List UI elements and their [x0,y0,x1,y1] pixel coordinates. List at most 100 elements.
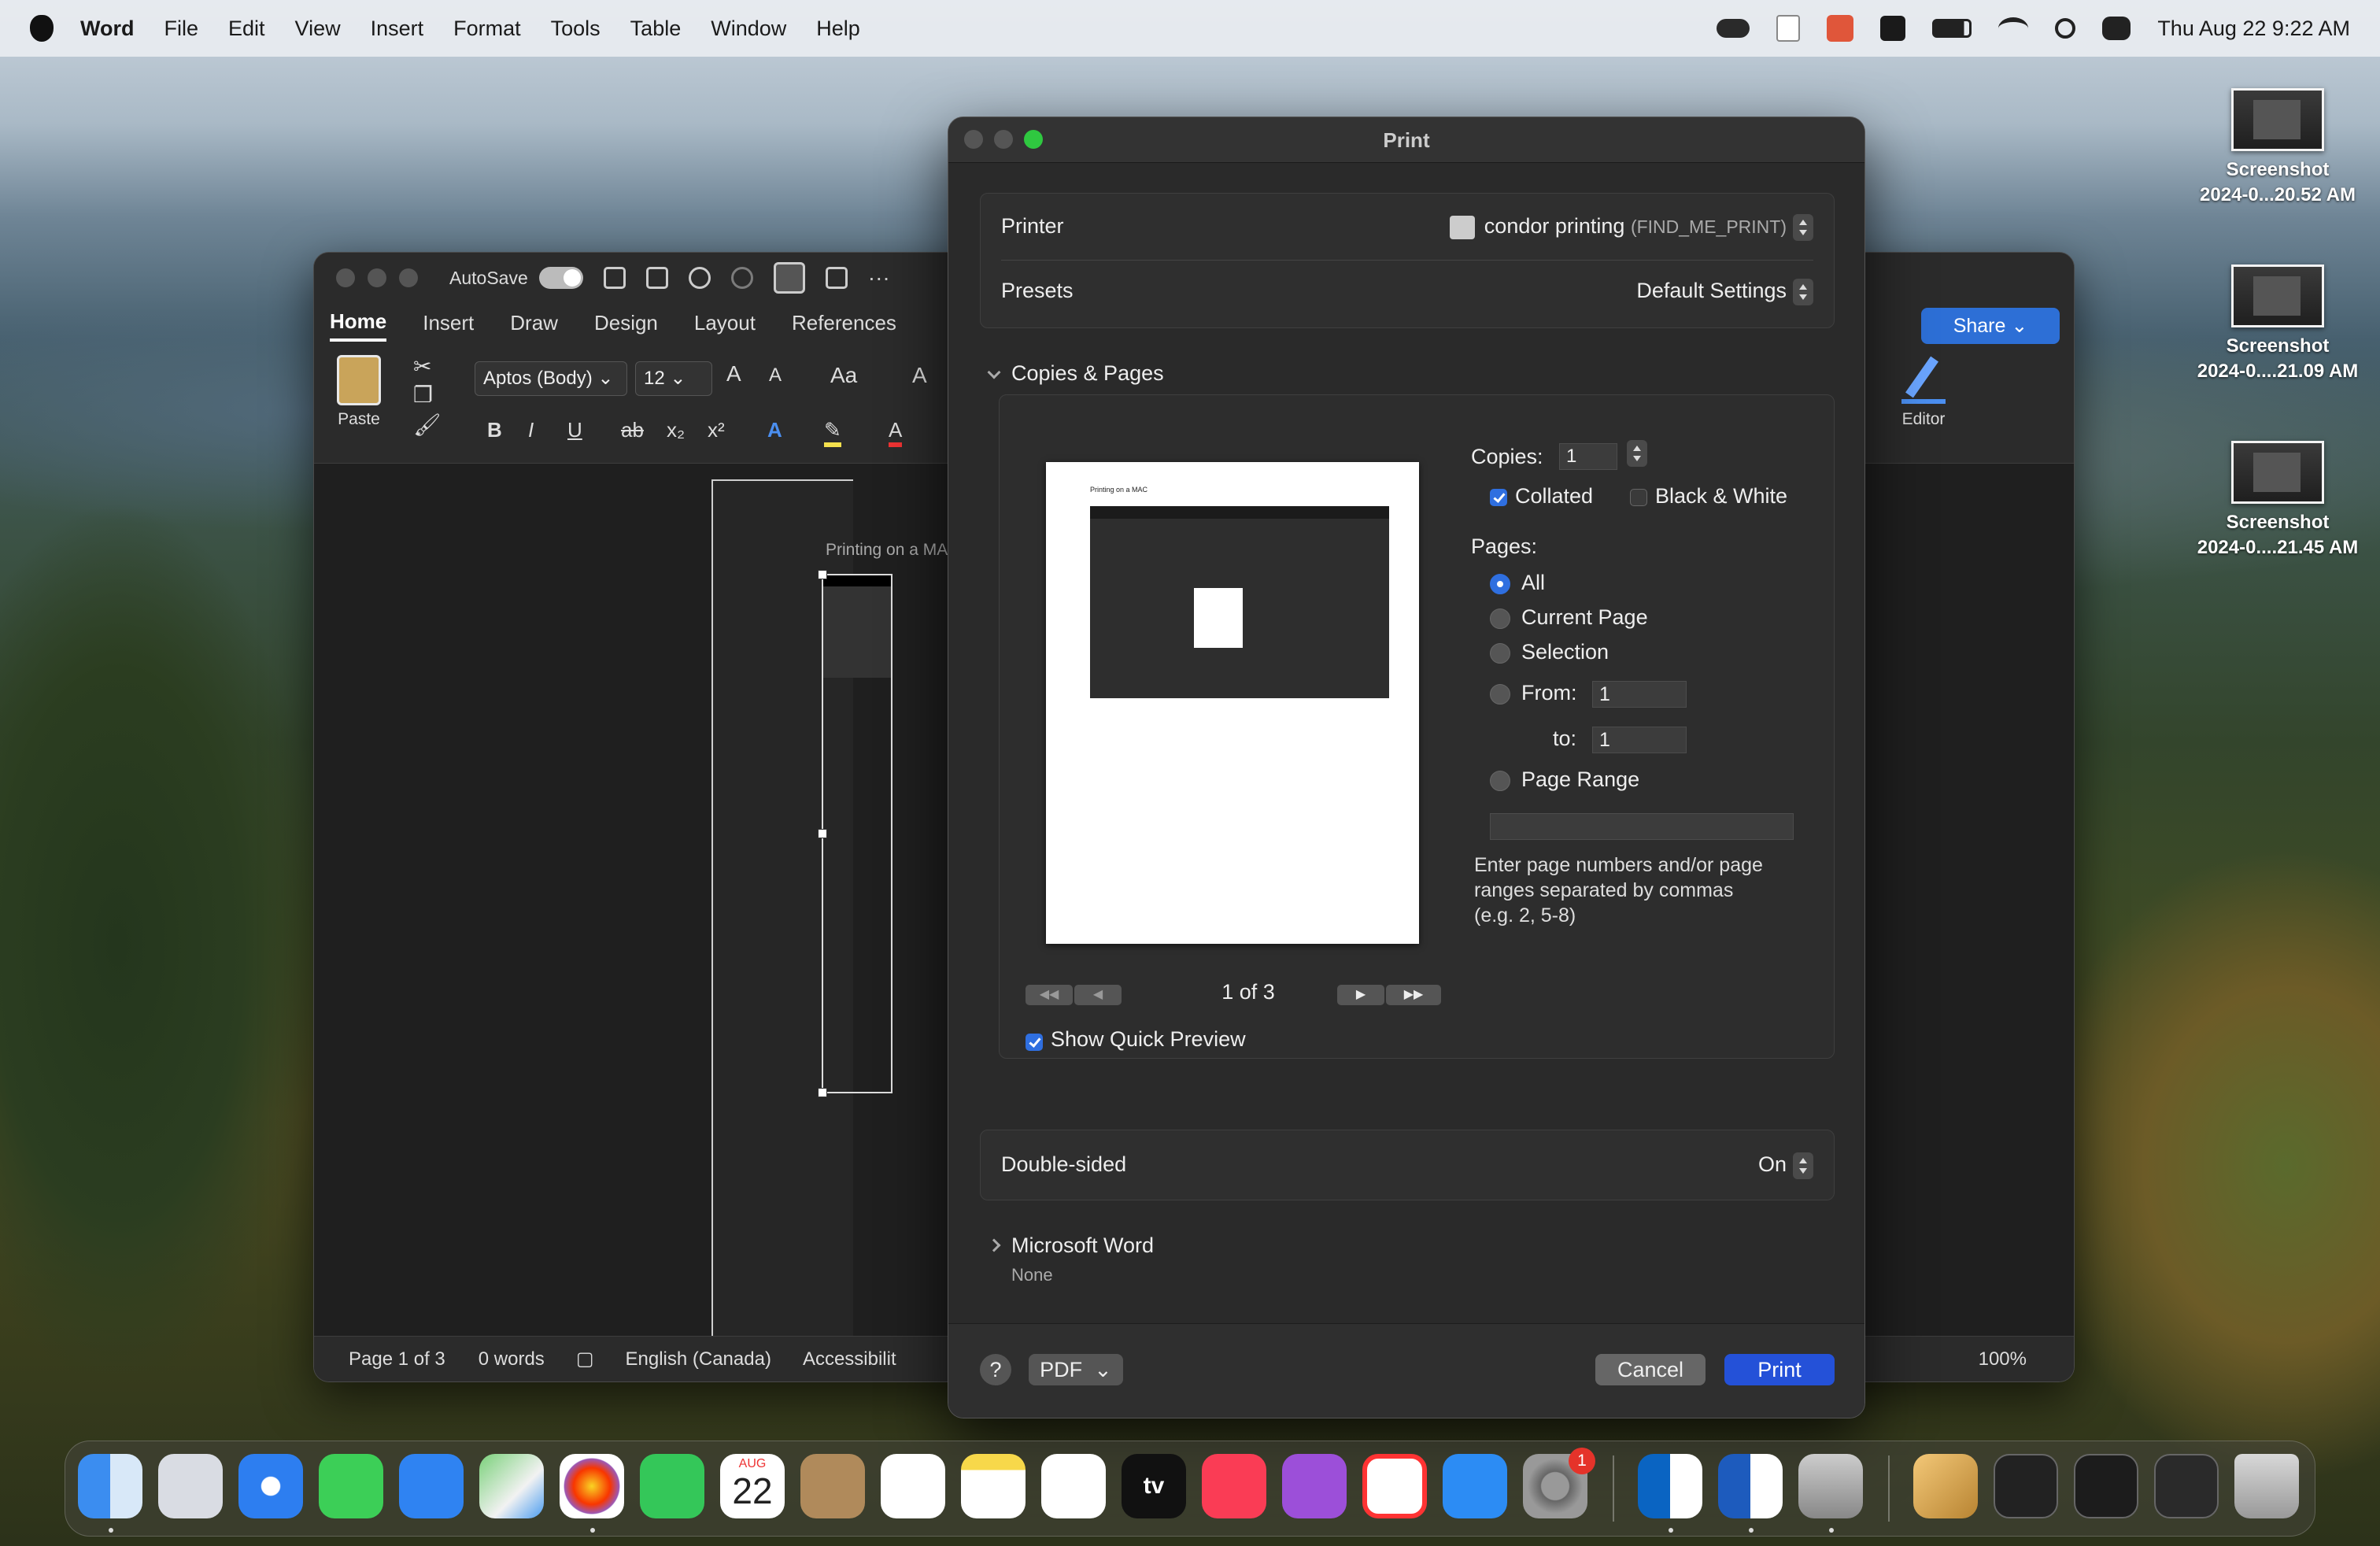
copies-pages-section-toggle[interactable]: Copies & Pages [987,361,1164,386]
subscript-icon[interactable]: x₂ [667,418,685,442]
highlight-icon[interactable]: ✎ [824,418,841,447]
microsoft-word-section-toggle[interactable]: Microsoft Word [987,1233,1154,1258]
word-count-status[interactable]: 0 words [479,1348,545,1370]
copies-input[interactable]: 1 [1559,443,1617,470]
creative-cloud-icon[interactable] [1717,19,1750,38]
clear-formatting-icon[interactable]: A [912,363,927,388]
copy-icon[interactable]: ❐ [413,382,433,408]
menu-tools[interactable]: Tools [551,17,601,41]
word-icon[interactable] [1718,1454,1783,1518]
apple-icon[interactable] [30,15,54,42]
copies-stepper[interactable] [1627,440,1647,467]
double-sided-select[interactable]: On [1758,1152,1787,1177]
presets-select[interactable]: Default Settings [1636,279,1787,303]
trash-icon[interactable] [2234,1454,2299,1518]
outlook-icon[interactable] [1638,1454,1702,1518]
font-color-icon[interactable]: A [889,418,903,447]
menu-insert[interactable]: Insert [371,17,424,41]
language-status[interactable]: English (Canada) [626,1348,771,1370]
pages-all-label[interactable]: All [1521,571,1545,595]
menu-view[interactable]: View [295,17,341,41]
presets-popup-arrows-icon[interactable] [1793,279,1813,305]
preview-app-icon[interactable] [1798,1454,1863,1518]
next-page-button[interactable]: ▶ [1337,985,1384,1005]
facetime-icon[interactable] [640,1454,704,1518]
black-white-label[interactable]: Black & White [1655,484,1787,509]
save-icon[interactable] [645,267,668,289]
menu-file[interactable]: File [164,17,199,41]
mail-icon[interactable] [399,1454,464,1518]
downloads-folder-icon[interactable] [1913,1454,1978,1518]
print-icon[interactable] [773,262,805,294]
zoom-level[interactable]: 100% [1979,1348,2027,1370]
from-page-input[interactable]: 1 [1592,681,1687,708]
tab-draw[interactable]: Draw [510,311,558,340]
redo-icon[interactable] [730,267,753,289]
menu-format[interactable]: Format [453,17,521,41]
pages-selection-radio[interactable] [1490,643,1510,664]
editor-button[interactable]: Editor [1888,355,1959,429]
page-range-radio[interactable] [1490,771,1510,791]
tab-references[interactable]: References [792,311,896,340]
spotlight-search-icon[interactable] [2055,18,2076,39]
font-size-select[interactable]: 12 ⌄ [635,361,712,396]
page-range-input[interactable] [1490,813,1794,840]
tab-design[interactable]: Design [594,311,658,340]
show-quick-preview-label[interactable]: Show Quick Preview [1051,1027,1246,1052]
calendar-icon[interactable]: AUG 22 [720,1454,785,1518]
selected-image[interactable] [818,570,893,1097]
pdf-menu-button[interactable]: PDF ⌄ [1029,1354,1123,1385]
share-button[interactable]: Share ⌄ [1921,308,2060,344]
italic-icon[interactable]: I [528,418,534,442]
format-painter-icon[interactable]: 🖌 [413,412,442,438]
font-family-select[interactable]: Aptos (Body) ⌄ [475,361,627,396]
to-page-input[interactable]: 1 [1592,727,1687,753]
contacts-icon[interactable] [800,1454,865,1518]
pages-all-radio[interactable] [1490,574,1510,594]
double-sided-popup-arrows-icon[interactable] [1793,1152,1813,1179]
close-window-icon[interactable] [336,268,355,287]
new-document-icon[interactable] [825,267,848,289]
accessibility-status[interactable]: Accessibilit [803,1348,896,1370]
printer-select[interactable]: condor printing (FIND_ME_PRINT) [1449,214,1787,239]
zoom-window-icon[interactable] [399,268,418,287]
help-button[interactable]: ? [980,1354,1011,1385]
more-options-icon[interactable]: ··· [868,265,890,290]
battery-icon[interactable] [1932,19,1972,38]
superscript-icon[interactable]: x² [708,418,725,442]
previous-page-button[interactable]: ◀ [1074,985,1122,1005]
desktop-screenshot-3[interactable]: Screenshot 2024-0....21.45 AM [2191,441,2364,560]
finder-icon[interactable] [78,1454,142,1518]
pages-selection-label[interactable]: Selection [1521,640,1609,664]
bold-icon[interactable]: B [487,418,502,442]
menubar-clock[interactable]: Thu Aug 22 9:22 AM [2157,17,2350,41]
menu-help[interactable]: Help [816,17,860,41]
proofing-icon[interactable]: ▢ [576,1348,594,1370]
reminders-icon[interactable] [881,1454,945,1518]
cancel-button[interactable]: Cancel [1595,1354,1706,1385]
change-case-icon[interactable]: Aa [830,363,857,388]
menu-app-word[interactable]: Word [80,17,135,41]
file-icon[interactable] [1776,15,1801,42]
collated-label[interactable]: Collated [1515,484,1593,509]
pages-current-label[interactable]: Current Page [1521,605,1648,630]
page-range-label[interactable]: Page Range [1521,767,1639,792]
screenshot-stack-icon[interactable] [1994,1454,2058,1518]
underline-icon[interactable]: U [567,418,582,442]
black-white-checkbox[interactable] [1630,489,1647,506]
wifi-icon[interactable] [1998,17,2029,39]
news-icon[interactable] [1362,1454,1427,1518]
photos-icon[interactable] [560,1454,624,1518]
minimize-window-icon[interactable] [368,268,386,287]
paste-button[interactable]: Paste [331,355,386,429]
outlook-status-icon[interactable] [1880,16,1906,41]
music-icon[interactable] [1202,1454,1266,1518]
pages-from-radio[interactable] [1490,684,1510,705]
resize-handle[interactable] [818,829,827,838]
menu-table[interactable]: Table [630,17,682,41]
text-effects-icon[interactable]: A [767,418,782,442]
home-icon[interactable] [603,267,626,289]
resize-handle[interactable] [818,570,827,579]
grow-font-icon[interactable]: A [726,361,741,386]
maps-icon[interactable] [479,1454,544,1518]
